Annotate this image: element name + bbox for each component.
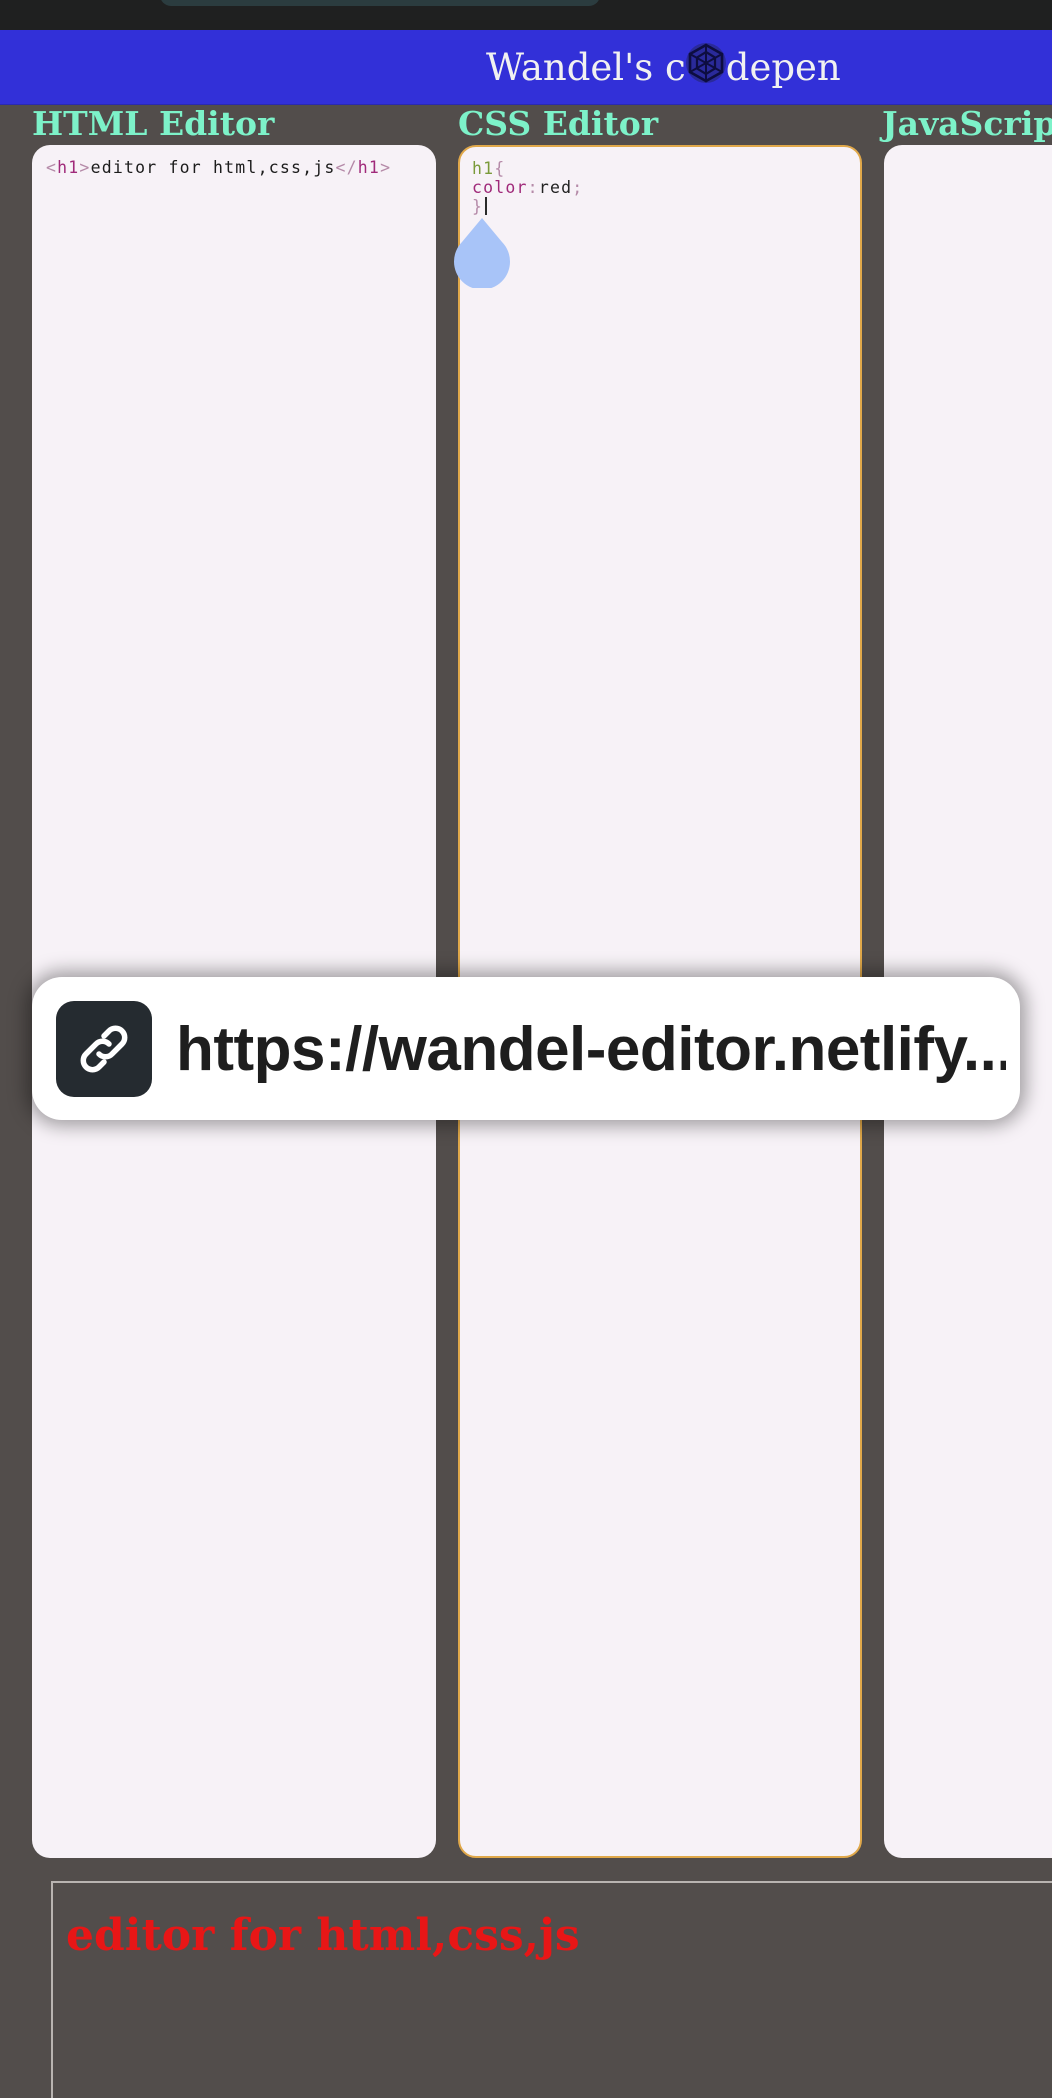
share-link-toast[interactable]: https://wandel-editor.netlify... <box>32 977 1020 1120</box>
code-token: color <box>472 178 528 197</box>
css-editor-title: CSS Editor <box>458 104 659 143</box>
code-token: h1 <box>57 158 80 177</box>
brand-text-end: depen <box>725 45 841 89</box>
preview-frame: editor for html,css,js <box>51 1881 1052 2098</box>
html-editor-title: HTML Editor <box>32 104 275 143</box>
code-token: > <box>380 158 392 177</box>
brand-title: Wandel's c depen <box>486 43 841 91</box>
code-token: red <box>538 178 573 197</box>
js-editor-title: JavaScript Editor <box>882 104 1052 143</box>
app-screen: Wandel's c depen HTML Editor CSS Editor … <box>0 0 1052 2098</box>
link-icon <box>56 1001 152 1097</box>
code-token: < <box>46 158 58 177</box>
css-code: h1{ color:red; } <box>472 159 583 216</box>
code-token: h1 <box>357 158 381 177</box>
text-selection-handle[interactable] <box>452 216 512 290</box>
code-token: : <box>527 178 539 197</box>
share-url-text[interactable]: https://wandel-editor.netlify... <box>176 1011 1006 1089</box>
app-header: Wandel's c depen <box>0 30 1052 105</box>
code-token: } <box>472 197 484 216</box>
code-token: { <box>494 159 506 178</box>
status-bar <box>0 0 1052 30</box>
brand-text-start: Wandel's c <box>486 45 686 89</box>
status-bar-pill <box>160 0 600 6</box>
code-token: editor for html,css,js <box>90 158 336 177</box>
html-code-line: <h1>editor for html,css,js</h1> <box>46 158 391 177</box>
text-caret <box>485 197 488 215</box>
code-token: </ <box>335 158 358 177</box>
preview-heading: editor for html,css,js <box>66 1910 580 1961</box>
codepen-cube-icon <box>684 41 728 85</box>
code-token: ; <box>572 178 584 197</box>
code-token: h1 <box>472 159 495 178</box>
code-token: > <box>79 158 91 177</box>
